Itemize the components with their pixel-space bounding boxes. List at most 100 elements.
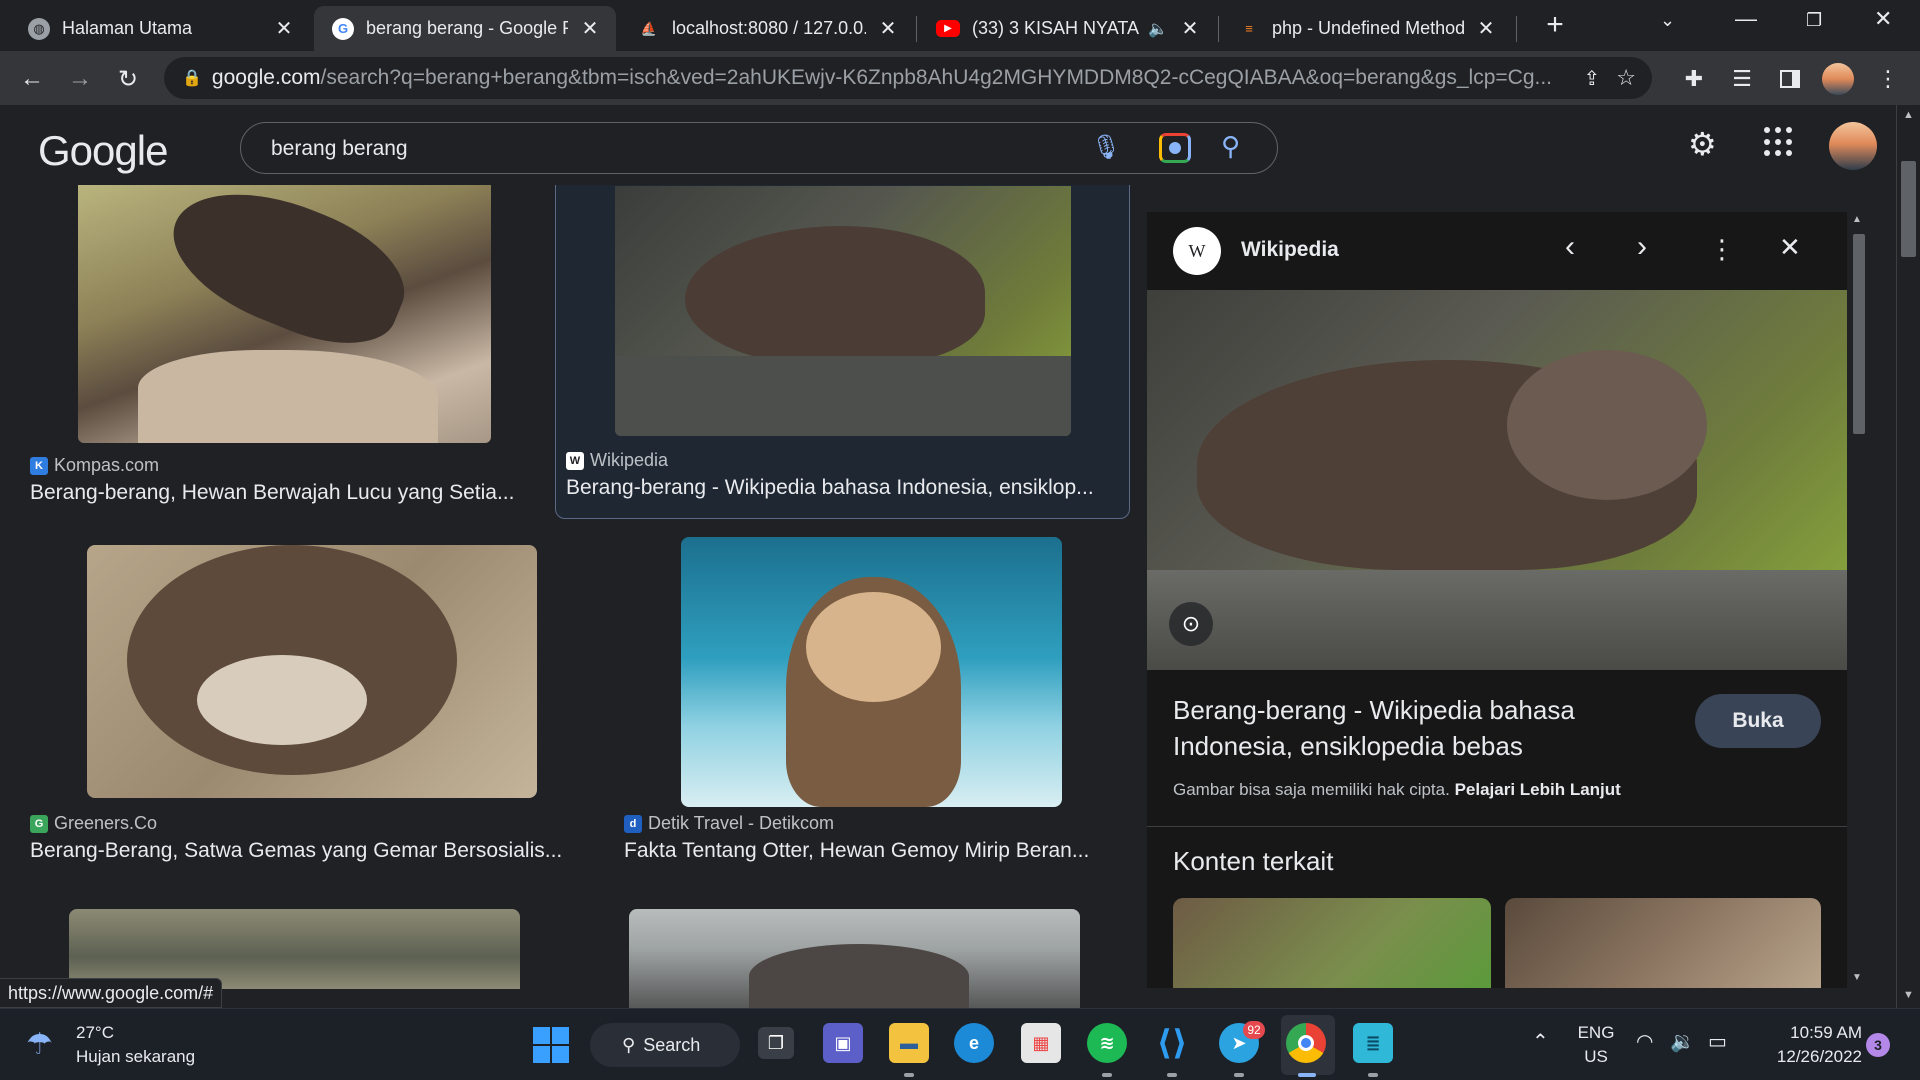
result-thumbnail-partial[interactable] xyxy=(69,909,520,989)
back-icon[interactable]: ← xyxy=(14,61,50,97)
taskbar-search-button[interactable]: ⚲ Search xyxy=(590,1023,740,1067)
more-options-icon[interactable]: ⋮ xyxy=(1709,234,1735,265)
tab-phpmyadmin[interactable]: ⛵ localhost:8080 / 127.0.0.1 ✕ xyxy=(620,6,914,51)
result-title[interactable]: Berang-berang - Wikipedia bahasa Indones… xyxy=(566,476,1111,500)
teams-chat-icon[interactable]: ▣ xyxy=(823,1023,863,1063)
minimize-icon[interactable]: — xyxy=(1735,6,1757,32)
result-card[interactable]: G Greeners.Co Berang-Berang, Satwa Gemas… xyxy=(0,545,600,885)
lock-icon[interactable]: 🔒 xyxy=(182,68,202,88)
tab-halaman-utama[interactable]: ◍ Halaman Utama ✕ xyxy=(10,6,310,51)
google-account-avatar[interactable] xyxy=(1829,122,1877,170)
language-indicator[interactable]: ENG US xyxy=(1576,1023,1616,1067)
scroll-up-arrow-icon[interactable]: ▲ xyxy=(1903,109,1914,121)
result-source[interactable]: d Detik Travel - Detikcom xyxy=(624,813,834,834)
address-bar[interactable]: 🔒 google.com/search?q=berang+berang&tbm=… xyxy=(164,57,1652,99)
learn-more-link[interactable]: Pelajari Lebih Lanjut xyxy=(1455,780,1621,799)
close-tab-icon[interactable]: ✕ xyxy=(1178,16,1202,41)
vscode-icon[interactable]: ⟨⟩ xyxy=(1152,1023,1192,1063)
result-source[interactable]: W Wikipedia xyxy=(566,450,668,471)
result-card[interactable]: K Kompas.com Berang-berang, Hewan Berwaj… xyxy=(0,185,540,525)
result-thumbnail-partial[interactable] xyxy=(629,909,1080,1008)
weather-temp[interactable]: 27°C xyxy=(76,1023,114,1043)
microsoft-store-icon[interactable]: ▦ xyxy=(1021,1023,1061,1063)
related-image[interactable] xyxy=(1505,898,1821,988)
close-window-icon[interactable]: ✕ xyxy=(1874,6,1892,32)
scroll-up-arrow-icon[interactable]: ▲ xyxy=(1852,214,1862,225)
tab-stackoverflow[interactable]: ≡ php - Undefined Method ✕ xyxy=(1220,6,1512,51)
close-tab-icon[interactable]: ✕ xyxy=(1474,16,1498,41)
file-explorer-icon[interactable]: ▬ xyxy=(889,1023,929,1063)
result-card[interactable]: d Detik Travel - Detikcom Fakta Tentang … xyxy=(610,537,1130,885)
close-panel-icon[interactable]: ✕ xyxy=(1779,232,1801,263)
settings-gear-icon[interactable]: ⚙ xyxy=(1688,125,1717,163)
search-icon[interactable]: ⚲ xyxy=(1221,131,1240,162)
notification-badge[interactable]: 3 xyxy=(1866,1033,1890,1057)
share-icon[interactable]: ⇪ xyxy=(1584,66,1601,91)
result-title[interactable]: Berang-berang, Hewan Berwajah Lucu yang … xyxy=(30,481,530,505)
clock[interactable]: 10:59 AM 12/26/2022 xyxy=(1752,1023,1862,1067)
side-panel-icon[interactable] xyxy=(1772,61,1808,97)
media-control-icon[interactable]: ☰ xyxy=(1724,61,1760,97)
result-title[interactable]: Fakta Tentang Otter, Hewan Gemoy Mirip B… xyxy=(624,839,1114,863)
otter-thumbnail[interactable] xyxy=(78,185,491,443)
spotify-icon[interactable]: ≋ xyxy=(1087,1023,1127,1063)
google-logo[interactable]: Google xyxy=(38,127,168,175)
reload-icon[interactable]: ↻ xyxy=(110,61,146,97)
wifi-icon[interactable]: ◠ xyxy=(1636,1029,1653,1054)
preview-image[interactable]: ⊙ xyxy=(1147,290,1847,670)
volume-icon[interactable]: 🔉 xyxy=(1670,1029,1695,1054)
open-button[interactable]: Buka xyxy=(1695,694,1821,748)
result-source[interactable]: G Greeners.Co xyxy=(30,813,157,834)
lens-search-icon[interactable]: ⊙ xyxy=(1169,602,1213,646)
search-input[interactable] xyxy=(271,135,1071,163)
otter-thumbnail[interactable] xyxy=(87,545,537,798)
profile-avatar[interactable] xyxy=(1820,61,1856,97)
microphone-icon[interactable]: 🎙 xyxy=(1091,133,1121,162)
panel-title[interactable]: Berang-berang - Wikipedia bahasa Indones… xyxy=(1173,692,1683,764)
panel-source[interactable]: Wikipedia xyxy=(1241,238,1339,262)
forward-icon[interactable]: → xyxy=(62,61,98,97)
panel-scrollbar[interactable]: ▲ ▼ xyxy=(1850,212,1868,988)
weather-desc[interactable]: Hujan sekarang xyxy=(76,1047,195,1067)
chrome-menu-icon[interactable]: ⋮ xyxy=(1870,61,1906,97)
camera-lens-icon[interactable] xyxy=(1159,133,1191,163)
previous-icon[interactable]: ‹ xyxy=(1565,230,1575,264)
sea-otter-thumbnail[interactable] xyxy=(681,537,1062,807)
scroll-down-arrow-icon[interactable]: ▼ xyxy=(1852,972,1862,983)
battery-icon[interactable]: ▭ xyxy=(1708,1029,1727,1054)
panel-scroll-thumb[interactable] xyxy=(1853,234,1865,434)
tab-search-icon[interactable]: ⌄ xyxy=(1660,10,1675,31)
close-tab-icon[interactable]: ✕ xyxy=(272,16,296,41)
result-card-selected[interactable]: W Wikipedia Berang-berang - Wikipedia ba… xyxy=(555,185,1130,519)
bookmark-star-icon[interactable]: ☆ xyxy=(1616,65,1636,91)
page-scrollbar[interactable]: ▲ ▼ xyxy=(1896,105,1920,1008)
edge-icon[interactable]: e xyxy=(954,1023,994,1063)
kompas-icon: K xyxy=(30,456,48,475)
task-view-icon[interactable]: ❐ xyxy=(758,1027,794,1059)
tab-youtube[interactable]: ▶ (33) 3 KISAH NYATA M 🔈 ✕ xyxy=(918,6,1216,51)
new-tab-icon[interactable]: + xyxy=(1535,8,1575,44)
tab-google-search[interactable]: G berang berang - Google P ✕ xyxy=(314,6,616,51)
speaker-icon[interactable]: 🔈 xyxy=(1148,19,1168,39)
url-text[interactable]: google.com/search?q=berang+berang&tbm=is… xyxy=(212,66,1570,90)
apps-grid-icon[interactable] xyxy=(1764,127,1794,157)
extensions-icon[interactable]: ✚ xyxy=(1676,61,1712,97)
restore-icon[interactable]: ❐ xyxy=(1806,10,1822,31)
search-box[interactable]: 🎙 ⚲ xyxy=(240,122,1278,174)
weather-rain-icon[interactable]: ☂ xyxy=(26,1027,53,1062)
chrome-icon[interactable] xyxy=(1286,1023,1326,1063)
close-tab-icon[interactable]: ✕ xyxy=(876,16,900,41)
show-hidden-icons-chevron-icon[interactable]: ⌃ xyxy=(1532,1029,1549,1054)
related-image[interactable] xyxy=(1173,898,1491,988)
next-icon[interactable]: › xyxy=(1637,230,1647,264)
result-title[interactable]: Berang-Berang, Satwa Gemas yang Gemar Be… xyxy=(30,839,590,863)
result-source[interactable]: K Kompas.com xyxy=(30,455,159,476)
otter-thumbnail[interactable] xyxy=(615,186,1071,436)
notepad-icon[interactable]: ≣ xyxy=(1353,1023,1393,1063)
otter-shape xyxy=(685,226,985,366)
scroll-down-arrow-icon[interactable]: ▼ xyxy=(1903,989,1914,1001)
windows-start-icon[interactable] xyxy=(533,1027,569,1063)
copyright-note: Gambar bisa saja memiliki hak cipta. Pel… xyxy=(1173,780,1621,799)
close-tab-icon[interactable]: ✕ xyxy=(578,16,602,41)
page-scroll-thumb[interactable] xyxy=(1901,161,1916,257)
